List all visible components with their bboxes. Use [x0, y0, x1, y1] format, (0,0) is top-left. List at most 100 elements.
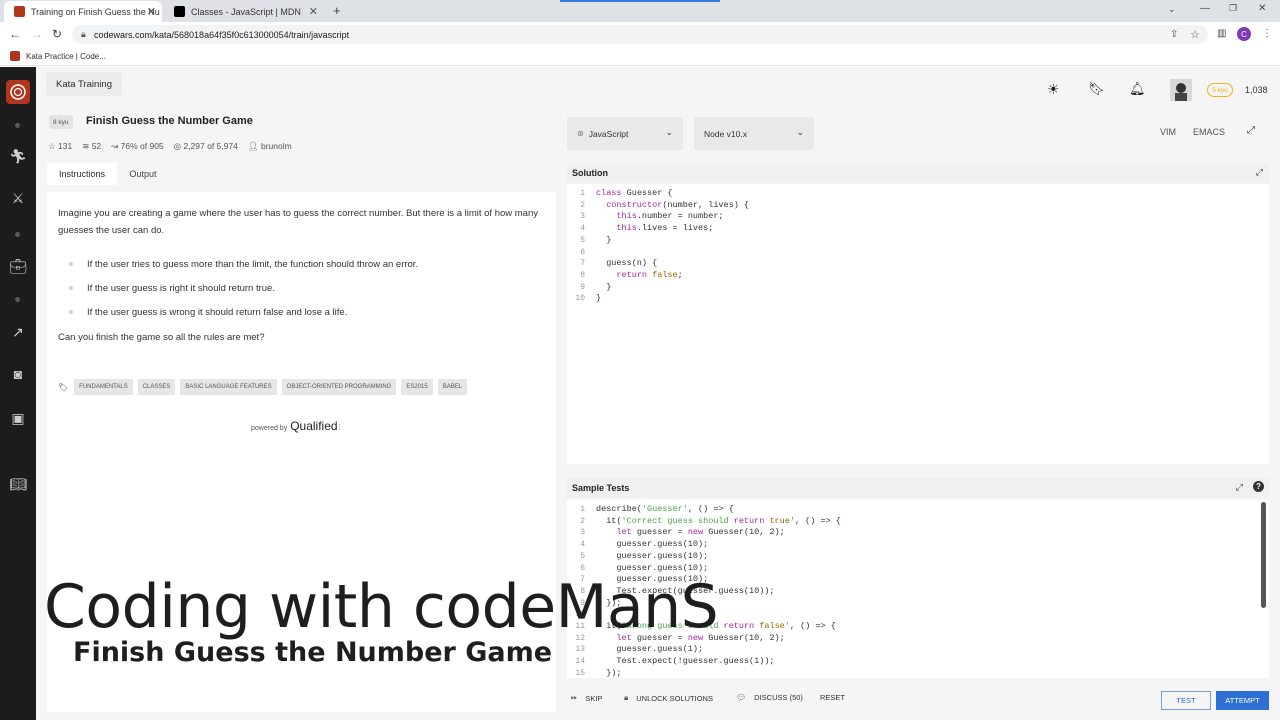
rule-text: If the user tries to guess more than the… [87, 258, 419, 270]
code-line: return false; [616, 269, 683, 280]
new-tab-icon[interactable]: + [333, 3, 341, 18]
completions-icon: ◎ [173, 141, 182, 151]
restore-icon[interactable]: ❐ [1229, 3, 1237, 14]
solution-code[interactable]: class Guesser { constructor(number, live… [596, 188, 749, 305]
tag-chip[interactable]: BASIC LANGUAGE FEATURES [180, 379, 277, 395]
list-item: If the user tries to guess more than the… [69, 252, 539, 276]
line-number: 2 [580, 516, 585, 526]
test-button[interactable]: TEST [1161, 691, 1211, 710]
kata-stats: ☆ 131 ≋ 52 ↝ 76% of 905 ◎ 2,297 of 5,974… [48, 141, 292, 152]
overlay-title: Coding with codeManS [44, 572, 719, 642]
bookmark-star-icon[interactable]: ☆ [1190, 28, 1200, 41]
address-bar[interactable]: 🔒︎ codewars.com/kata/568018a64f35f0c6130… [72, 25, 1208, 44]
forward-icon[interactable]: → [31, 27, 43, 41]
line-numbers: 1 2 3 4 5 6 7 8 9 10 [571, 188, 585, 305]
browser-tab-bar: Training on Finish Guess the Nu ✕ Classe… [0, 0, 1280, 22]
tab-output[interactable]: Output [118, 163, 168, 185]
line-number: 15 [575, 668, 585, 678]
runtime-value: Node v10.x [704, 128, 747, 139]
rules-list: If the user tries to guess more than the… [69, 252, 539, 324]
kyu-badge: 8 kyu [49, 115, 73, 129]
attempt-button[interactable]: ATTEMPT [1216, 691, 1269, 710]
profile-avatar[interactable]: C [1237, 27, 1251, 41]
theme-sun-icon[interactable]: ☀ [1047, 81, 1060, 98]
bookmark-icon[interactable]: 🔖︎ [1088, 81, 1105, 97]
unlock-label: UNLOCK SOLUTIONS [636, 693, 713, 703]
codewars-logo-icon[interactable] [6, 80, 30, 104]
notification-bell-icon[interactable]: 🔔︎ [1129, 81, 1146, 97]
docs-book-icon[interactable]: 📖︎ [9, 475, 27, 493]
line-number: 2 [580, 200, 585, 210]
tag-chip[interactable]: BABEL [437, 379, 468, 395]
scrollbar[interactable] [1261, 502, 1266, 608]
side-panel-icon[interactable]: ▥ [1217, 28, 1226, 39]
expand-tests-icon[interactable]: ⤢ [1236, 482, 1243, 493]
expand-solution-icon[interactable]: ⤢ [1256, 167, 1263, 178]
close-tab-icon[interactable]: ✕ [309, 5, 318, 18]
emacs-mode-button[interactable]: EMACS [1193, 127, 1225, 137]
stars-count: 131 [58, 141, 73, 151]
loading-indicator [560, 0, 720, 2]
discord-icon[interactable]: ◙ [9, 365, 27, 383]
discuss-icon: 💬︎ [736, 693, 747, 702]
tab-search-icon[interactable]: ⌄ [1168, 4, 1176, 15]
user-avatar[interactable] [1170, 79, 1192, 101]
code-line: } [596, 234, 612, 245]
window-close-icon[interactable]: ✕ [1258, 3, 1266, 14]
tag-chip[interactable]: OBJECT-ORIENTED PROGRAMMING [281, 379, 397, 395]
solution-header: Solution ⤢ [567, 163, 1269, 183]
unlock-solutions-button[interactable]: 🔒︎ UNLOCK SOLUTIONS [624, 693, 713, 703]
tag-chip[interactable]: CLASSES [137, 379, 176, 395]
bullet-icon [69, 262, 73, 266]
code-line: Test.expect(!guesser.guess(1)); [596, 656, 775, 667]
share-icon[interactable]: ⇪ [1170, 29, 1178, 40]
bookmark-item[interactable]: Kata Practice | Code... [26, 52, 106, 61]
vim-mode-button[interactable]: VIM [1160, 127, 1176, 137]
completions-count: 2,297 of 5,974 [183, 141, 238, 151]
runtime-select[interactable]: Node v10.x ⌄ [694, 117, 814, 150]
lock-icon: 🔒︎ [81, 29, 86, 39]
collections-icon[interactable]: ≋ [82, 141, 89, 151]
tab-codewars[interactable]: Training on Finish Guess the Nu ✕ [4, 1, 162, 22]
sample-tests-header: Sample Tests ⤢ ? [567, 478, 1269, 498]
browser-menu-icon[interactable]: ⋮ [1262, 28, 1272, 39]
overlay-subtitle: Finish Guess the Number Game [73, 637, 553, 668]
author-name[interactable]: brunolm [261, 141, 292, 151]
tags-row: 🏷︎ FUNDAMENTALS CLASSES BASIC LANGUAGE F… [58, 379, 472, 395]
discuss-button[interactable]: 💬︎ DISCUSS (50) [736, 693, 803, 702]
code-line: guesser.guess(10); [596, 539, 709, 550]
tag-chip[interactable]: FUNDAMENTALS [74, 379, 133, 395]
section-title[interactable]: Kata Training [46, 72, 122, 96]
line-number: 7 [580, 259, 585, 269]
leaderboard-icon[interactable]: ↗ [9, 323, 27, 341]
solution-editor[interactable]: 1 2 3 4 5 6 7 8 9 10 class Guesser { constructor(… [567, 184, 1269, 464]
star-icon[interactable]: ☆ [48, 141, 56, 151]
help-icon[interactable]: ? [1253, 481, 1264, 492]
tab-mdn[interactable]: Classes - JavaScript | MDN ✕ [164, 1, 324, 22]
code-line: let guesser = new Guesser(10, 2); [616, 527, 785, 538]
close-tab-icon[interactable]: ✕ [147, 5, 156, 18]
tag-chip[interactable]: ES2015 [401, 379, 433, 395]
rank-badge: 5 kyu [1207, 83, 1233, 97]
collections-count: 52 [91, 141, 102, 151]
back-icon[interactable]: ← [9, 27, 21, 41]
code-line: this.number = number; [616, 211, 724, 222]
mdn-favicon-icon [174, 6, 185, 17]
briefcase-icon[interactable]: 💼︎ [9, 257, 27, 275]
training-icon[interactable]: 🏃︎ [9, 147, 27, 165]
minimize-icon[interactable]: — [1200, 3, 1210, 14]
reset-button[interactable]: RESET [820, 693, 845, 702]
powered-by[interactable]: powered by Qualified ⁞ [251, 419, 341, 433]
skip-button[interactable]: ⏩︎ SKIP [571, 693, 603, 703]
chat-icon[interactable]: ▣ [9, 409, 27, 427]
fullscreen-icon[interactable]: ⤢ [1247, 125, 1255, 136]
language-select[interactable]: ⊛ JavaScript ⌄ [567, 117, 683, 150]
practice-icon[interactable]: ⚔︎ [9, 189, 27, 207]
kata-title: Finish Guess the Number Game [86, 115, 253, 127]
reload-icon[interactable]: ↻ [52, 27, 62, 41]
list-item: If the user guess is right it should ret… [69, 276, 539, 300]
tab-instructions[interactable]: Instructions [47, 163, 117, 185]
chevron-down-icon: ⌄ [665, 127, 673, 137]
line-number: 14 [575, 657, 585, 667]
